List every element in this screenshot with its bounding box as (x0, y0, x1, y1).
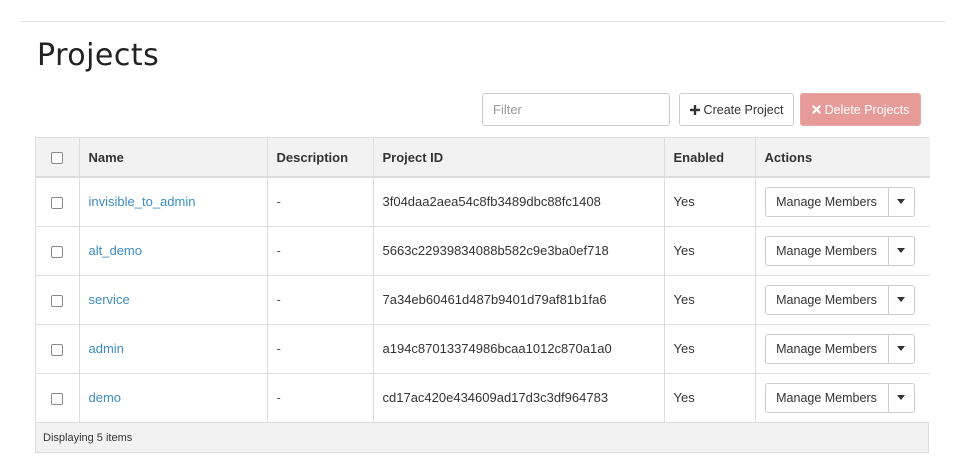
project-id: cd17ac420e434609ad17d3c3df964783 (372, 372, 664, 422)
table-row: admin - a194c87013374986bcaa1012c870a1a0… (36, 323, 930, 373)
more-actions-toggle[interactable] (888, 284, 915, 315)
more-actions-toggle[interactable] (888, 186, 915, 217)
item-count: Displaying 5 items (43, 431, 133, 444)
manage-members-button[interactable]: Manage Members (764, 284, 889, 315)
manage-members-button[interactable]: Manage Members (764, 382, 889, 413)
project-description: - (266, 372, 373, 422)
project-enabled: Yes (663, 372, 755, 422)
row-action-group: Manage Members (764, 333, 915, 364)
project-name-cell: demo (78, 372, 267, 422)
delete-projects-label: Delete Projects (824, 102, 910, 117)
table-row: invisible_to_admin - 3f04daa2aea54c8fb34… (36, 177, 930, 226)
top-divider (21, 21, 945, 22)
select-all-checkbox[interactable] (51, 152, 64, 165)
row-actions: Manage Members (754, 225, 930, 275)
row-checkbox[interactable] (51, 343, 64, 356)
filter-box (482, 93, 692, 126)
project-name-link[interactable]: demo (89, 390, 122, 405)
caret-down-icon (897, 248, 905, 253)
row-action-group: Manage Members (764, 235, 915, 266)
column-header-description[interactable]: Description (266, 138, 373, 178)
project-name-cell: service (78, 274, 267, 324)
manage-members-button[interactable]: Manage Members (764, 186, 889, 217)
project-name-link[interactable]: invisible_to_admin (89, 194, 196, 209)
project-name-cell: invisible_to_admin (78, 177, 267, 226)
project-enabled: Yes (663, 323, 755, 373)
project-description: - (266, 274, 373, 324)
project-name-link[interactable]: admin (89, 341, 124, 356)
row-checkbox[interactable] (51, 196, 64, 209)
caret-down-icon (897, 395, 905, 401)
row-select-cell (36, 323, 79, 373)
column-header-actions: Actions (754, 138, 930, 178)
project-name-cell: admin (78, 323, 267, 373)
table-row: service - 7a34eb60461d487b9401d79af81b1f… (36, 274, 930, 324)
row-actions: Manage Members (754, 323, 930, 373)
row-checkbox[interactable] (51, 392, 64, 405)
caret-down-icon (897, 346, 905, 351)
table-footer: Displaying 5 items (36, 422, 928, 452)
project-description: - (266, 177, 373, 226)
table-row: alt_demo - 5663c22939834088b582c9e3ba0ef… (36, 225, 930, 275)
more-actions-toggle[interactable] (888, 235, 915, 266)
row-checkbox[interactable] (51, 294, 64, 307)
row-actions: Manage Members (754, 177, 930, 226)
row-actions: Manage Members (754, 274, 930, 324)
project-id: a194c87013374986bcaa1012c870a1a0 (372, 323, 664, 373)
plus-icon (689, 104, 700, 115)
row-select-cell (36, 177, 79, 226)
project-id: 3f04daa2aea54c8fb3489dbc88fc1408 (372, 177, 664, 226)
more-actions-toggle[interactable] (888, 382, 915, 413)
delete-projects-button[interactable]: Delete Projects (800, 93, 921, 126)
manage-members-button[interactable]: Manage Members (764, 235, 889, 266)
row-action-group: Manage Members (764, 382, 915, 413)
select-all-cell (36, 138, 79, 178)
table-header-row: Name Description Project ID Enabled Acti… (36, 138, 930, 178)
project-name-cell: alt_demo (78, 225, 267, 275)
row-action-group: Manage Members (764, 186, 915, 217)
project-id: 7a34eb60461d487b9401d79af81b1fa6 (372, 274, 664, 324)
project-description: - (266, 323, 373, 373)
manage-members-button[interactable]: Manage Members (764, 333, 889, 364)
row-actions: Manage Members (754, 372, 930, 422)
times-icon (811, 105, 821, 114)
create-project-label: Create Project (703, 102, 784, 117)
project-name-link[interactable]: service (89, 292, 130, 307)
column-header-enabled[interactable]: Enabled (663, 138, 755, 178)
projects-table: Name Description Project ID Enabled Acti… (35, 137, 930, 453)
filter-input[interactable] (483, 94, 679, 125)
caret-down-icon (897, 199, 905, 205)
create-project-button[interactable]: Create Project (679, 93, 794, 126)
caret-down-icon (897, 297, 905, 302)
column-header-name[interactable]: Name (78, 138, 267, 178)
table-row: demo - cd17ac420e434609ad17d3c3df964783 … (36, 372, 930, 422)
row-select-cell (36, 225, 79, 275)
more-actions-toggle[interactable] (888, 333, 915, 364)
row-select-cell (36, 372, 79, 422)
project-name-link[interactable]: alt_demo (89, 243, 142, 258)
row-select-cell (36, 274, 79, 324)
project-enabled: Yes (663, 274, 755, 324)
row-checkbox[interactable] (51, 245, 64, 258)
page-title: Projects (37, 38, 160, 73)
project-description: - (266, 225, 373, 275)
column-header-project-id[interactable]: Project ID (372, 138, 664, 178)
project-enabled: Yes (663, 177, 755, 226)
row-action-group: Manage Members (764, 284, 915, 315)
project-enabled: Yes (663, 225, 755, 275)
project-id: 5663c22939834088b582c9e3ba0ef718 (372, 225, 664, 275)
